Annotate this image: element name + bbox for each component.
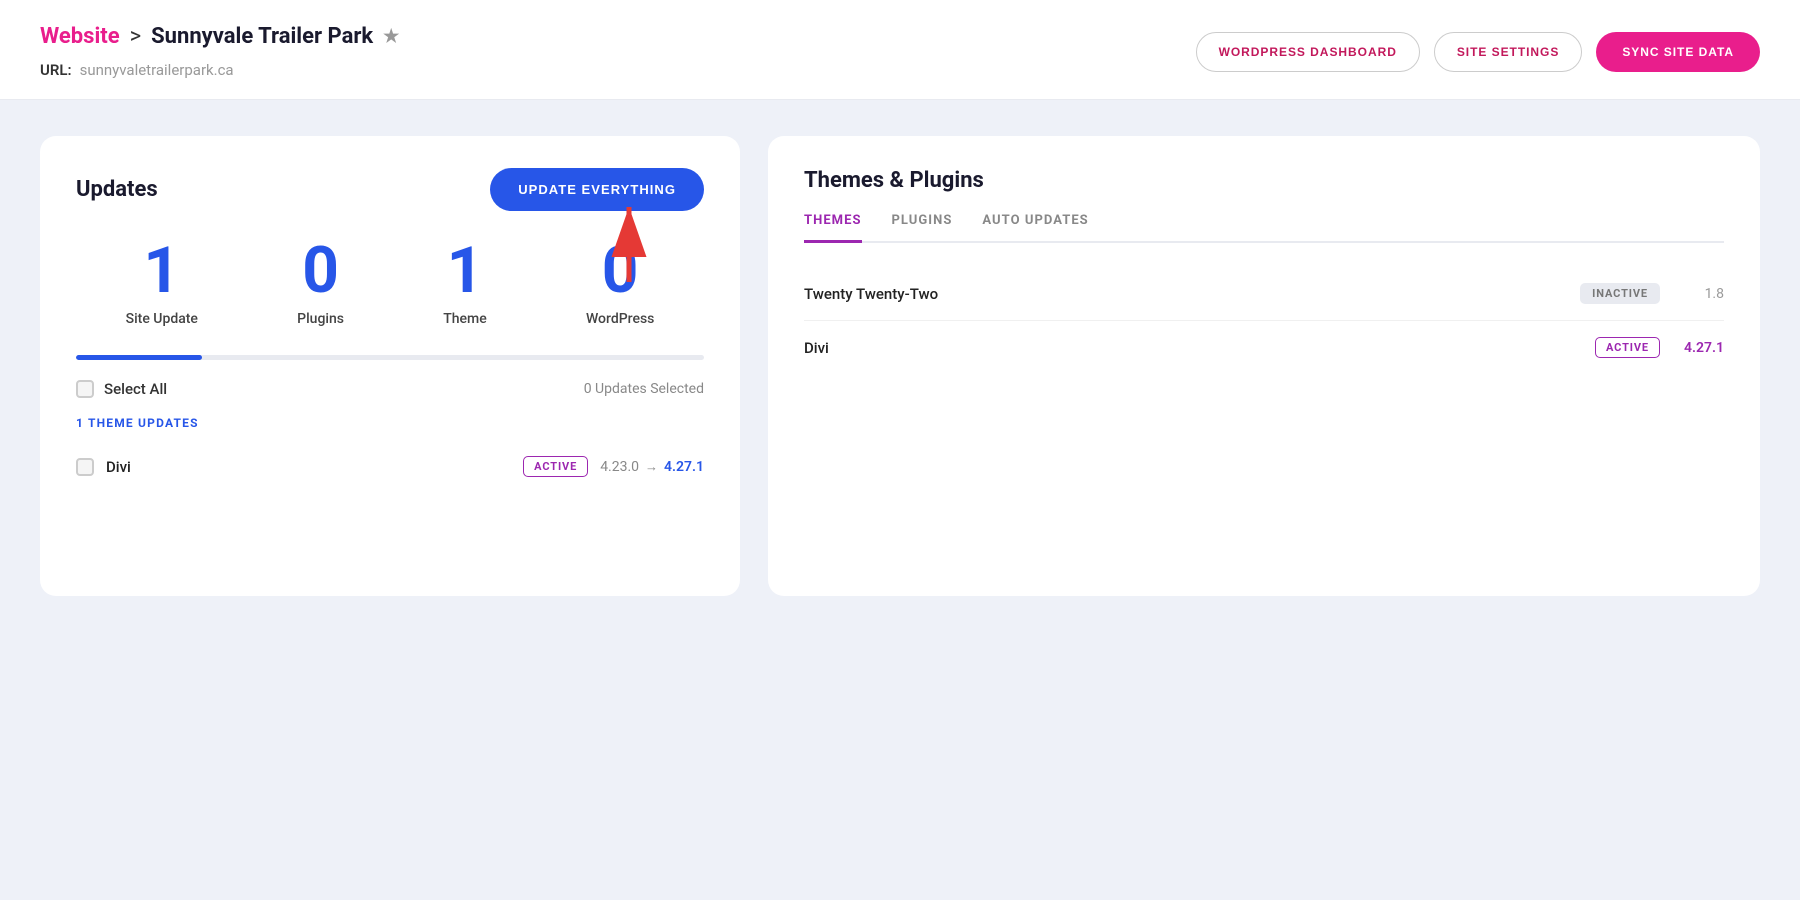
stat-number-site-update: 1 [143,239,180,303]
theme-row-twenty-twenty-two: Twenty Twenty-Two INACTIVE 1.8 [804,267,1724,321]
theme-updates-section-label: 1 THEME UPDATES [76,416,704,430]
stat-site-update: 1 Site Update [126,239,198,327]
stat-label-site-update: Site Update [126,311,198,327]
breadcrumb: Website > Sunnyvale Trailer Park ★ [40,24,399,49]
progress-bar-fill [76,355,202,360]
breadcrumb-site-name: Sunnyvale Trailer Park [151,24,373,49]
select-all-label: Select All [104,380,167,398]
stat-label-plugins: Plugins [297,311,344,327]
version-arrow-icon: → [645,459,658,475]
divi-theme-name: Divi [106,458,511,476]
select-all-row: Select All 0 Updates Selected [76,380,704,398]
themes-plugins-panel: Themes & Plugins THEMES PLUGINS AUTO UPD… [768,136,1760,596]
tab-themes[interactable]: THEMES [804,213,862,243]
header-actions: WORDPRESS DASHBOARD SITE SETTINGS SYNC S… [1196,32,1760,72]
stat-wordpress: 0 WordPress [586,239,654,327]
theme-row-divi: Divi ACTIVE 4.27.1 [804,321,1724,374]
stat-theme: 1 Theme [443,239,487,327]
themes-plugins-title: Themes & Plugins [804,168,1724,193]
updates-title: Updates [76,177,158,202]
updates-panel: Updates UPDATE EVERYTHING [40,136,740,596]
themes-tabs-row: THEMES PLUGINS AUTO UPDATES [804,213,1724,243]
main-content: Updates UPDATE EVERYTHING [0,100,1800,632]
tab-plugins[interactable]: PLUGINS [892,213,953,243]
header-left: Website > Sunnyvale Trailer Park ★ URL: … [40,24,399,79]
favorite-star-icon[interactable]: ★ [383,26,399,47]
stat-number-wordpress: 0 [602,239,639,303]
stat-label-wordpress: WordPress [586,311,654,327]
wordpress-dashboard-button[interactable]: WORDPRESS DASHBOARD [1196,32,1420,72]
divi-version-from: 4.23.0 → 4.27.1 [600,459,704,475]
stats-row: 1 Site Update 0 Plugins 1 Theme 0 WordPr… [76,239,704,327]
progress-bar-track [76,355,704,360]
twenty-twenty-two-name: Twenty Twenty-Two [804,285,1580,303]
stat-number-theme: 1 [447,239,484,303]
divi-name: Divi [804,339,1595,357]
updates-panel-header: Updates UPDATE EVERYTHING [76,168,704,211]
breadcrumb-separator: > [130,24,142,49]
url-value: sunnyvaletrailerpark.ca [80,61,234,79]
url-row: URL: sunnyvaletrailerpark.ca [40,61,399,79]
select-all-left: Select All [76,380,167,398]
theme-update-row: Divi ACTIVE 4.23.0 → 4.27.1 [76,446,704,487]
divi-version-to: 4.27.1 [664,459,704,475]
stat-number-plugins: 0 [302,239,339,303]
select-all-checkbox[interactable] [76,380,94,398]
breadcrumb-website-link[interactable]: Website [40,24,120,49]
progress-container [76,355,704,360]
updates-selected-count: 0 Updates Selected [584,381,704,397]
divi-version: 4.27.1 [1684,340,1724,356]
tab-auto-updates[interactable]: AUTO UPDATES [982,213,1088,243]
update-everything-container: UPDATE EVERYTHING [490,168,704,211]
url-label: URL: [40,61,72,79]
stat-plugins: 0 Plugins [297,239,344,327]
divi-active-badge-themes: ACTIVE [1595,337,1660,358]
stat-label-theme: Theme [443,311,487,327]
divi-active-badge: ACTIVE [523,456,588,477]
twenty-twenty-two-inactive-badge: INACTIVE [1580,283,1660,304]
update-everything-button[interactable]: UPDATE EVERYTHING [490,168,704,211]
site-settings-button[interactable]: SITE SETTINGS [1434,32,1583,72]
twenty-twenty-two-version: 1.8 [1684,286,1724,302]
sync-site-data-button[interactable]: SYNC SITE DATA [1596,32,1760,72]
header: Website > Sunnyvale Trailer Park ★ URL: … [0,0,1800,100]
divi-update-checkbox[interactable] [76,458,94,476]
